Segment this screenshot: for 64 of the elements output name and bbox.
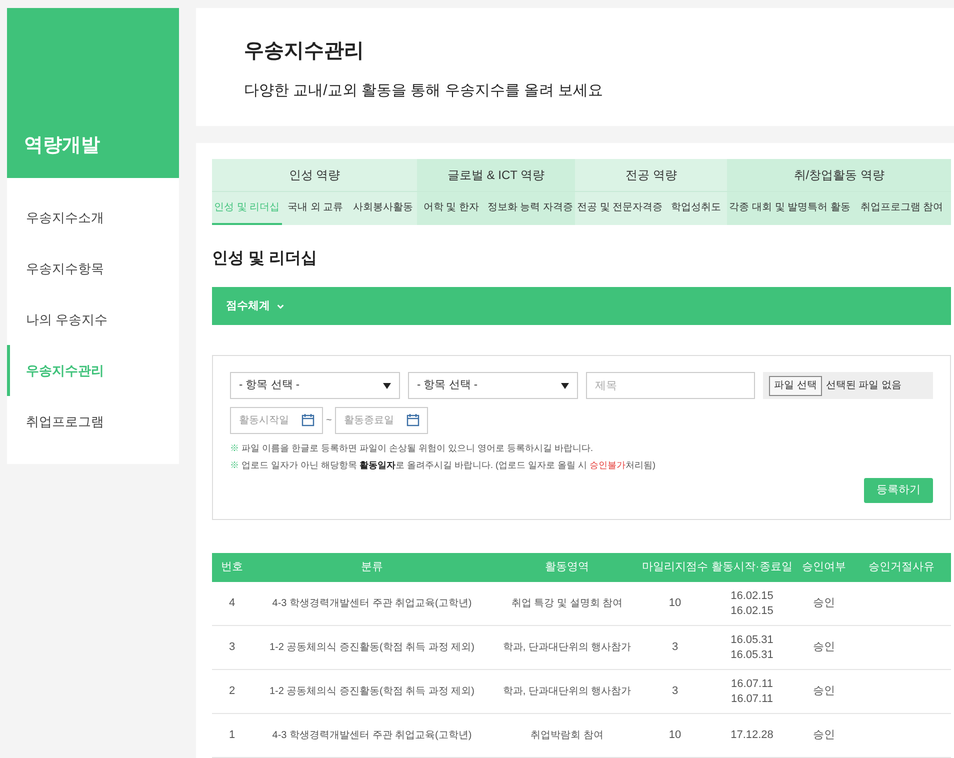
end-date-field[interactable]: 활동종료일 <box>334 407 428 434</box>
table-cell-text: 학과, 단과대단위의 행사참가 <box>502 641 632 655</box>
table-cell-text: 1-2 공동체의식 증진활동(학점 취득 과정 제외) <box>269 685 474 699</box>
category-tab[interactable]: 취업프로그램 참여 <box>852 192 952 225</box>
calendar-icon[interactable] <box>406 413 420 427</box>
file-status: 선택된 파일 없음 <box>826 379 902 393</box>
category-tab[interactable]: 국내 외 교류 <box>282 192 350 225</box>
table-cell-text: 학과, 단과대단위의 행사참가 <box>502 685 632 699</box>
sidebar-item[interactable]: 나의 우송지수 <box>7 294 179 345</box>
dropdown-arrow-icon <box>383 382 391 388</box>
table-cell-text: 1 <box>228 728 236 744</box>
table-cell-text: 승인 <box>813 684 835 700</box>
category-tab[interactable]: 정보화 능력 자격증 <box>485 192 575 225</box>
sidebar-item[interactable]: 취업프로그램 <box>7 396 179 447</box>
table-cell-text: 승인 <box>813 728 835 744</box>
notice-text: ※ 업로드 일자가 아닌 해당항목 활동일자로 올려주시길 바랍니다. (업로드 일자로 올릴 시 승인불가처리됨) <box>230 458 657 472</box>
file-select-button[interactable]: 파일 선택 <box>769 376 822 396</box>
column-header: 승인거절사유 <box>868 560 934 576</box>
page-subtitle: 다양한 교내/교외 활동을 통해 우송지수를 올려 보세요 <box>244 81 604 101</box>
start-date-field[interactable]: 활동시작일 <box>230 407 323 434</box>
table-cell: 16.02.15 16.02.15 <box>730 588 774 618</box>
table-cell: 17.12.28 <box>730 728 774 743</box>
table-cell-text: 취업 특강 및 설명회 참여 <box>511 597 623 611</box>
column-header: 마일리지점수 <box>642 560 708 576</box>
table-cell-text: 1-2 공동체의식 증진활동(학점 취득 과정 제외) <box>269 641 474 655</box>
tab-group-label: 글로벌 & ICT 역량 <box>417 159 575 192</box>
table-cell-text: 4 <box>228 596 236 612</box>
category-tab[interactable]: 학업성취도 <box>664 192 728 225</box>
table-cell-text: 승인 <box>813 640 835 656</box>
dropdown-arrow-icon <box>561 382 569 388</box>
column-header: 번호 <box>221 560 243 576</box>
table-cell: 16.07.11 16.07.11 <box>730 676 773 706</box>
category-tab[interactable]: 어학 및 한자 <box>417 192 486 225</box>
category-tab[interactable]: 각종 대회 및 발명특허 활동 <box>727 192 852 225</box>
column-header: 활동시작·종료일 <box>712 560 792 576</box>
table-cell-text: 2 <box>228 684 236 700</box>
table-cell-text: 승인 <box>813 596 835 612</box>
sidebar-item[interactable]: 우송지수항목 <box>7 243 179 294</box>
column-header: 승인여부 <box>802 560 846 576</box>
sidebar-title: 역량개발 <box>24 134 100 158</box>
sidebar-item[interactable]: 우송지수소개 <box>7 192 179 243</box>
category-tab[interactable]: 사회봉사활동 <box>349 192 418 225</box>
column-header: 활동영역 <box>545 560 589 576</box>
table-cell: 16.05.31 16.05.31 <box>730 632 774 662</box>
table-cell-text: 4-3 학생경력개발센터 주관 취업교육(고학년) <box>272 729 472 743</box>
page-title: 우송지수관리 <box>244 39 365 64</box>
table-cell-text: 취업박람회 참여 <box>530 729 604 743</box>
category-tab[interactable]: 전공 및 전문자격증 <box>574 192 665 225</box>
table-cell-text: 3 <box>672 640 678 656</box>
notice-text: ※ 파일 이름을 한글로 등록하면 파일이 손상될 위험이 있으니 영어로 등록하시길 바랍니다. <box>230 442 594 455</box>
column-header: 분류 <box>361 560 383 576</box>
table-cell-text: 3 <box>228 640 236 656</box>
table-cell-text: 10 <box>668 728 682 744</box>
calendar-icon[interactable] <box>301 413 315 427</box>
table-cell-text: 10 <box>668 596 682 612</box>
table-cell-text: 3 <box>672 684 678 700</box>
chevron-icon <box>276 302 285 310</box>
date-separator: ~ <box>326 414 332 428</box>
category-select[interactable]: - 항목 선택 - <box>230 372 400 399</box>
section-title: 인성 및 리더십 <box>212 249 318 269</box>
title-field[interactable]: 제목 <box>586 372 755 399</box>
category-select[interactable]: - 항목 선택 - <box>408 372 578 399</box>
tab-group-label: 취/창업활동 역량 <box>727 159 952 192</box>
table-cell-text: 4-3 학생경력개발센터 주관 취업교육(고학년) <box>272 597 472 611</box>
